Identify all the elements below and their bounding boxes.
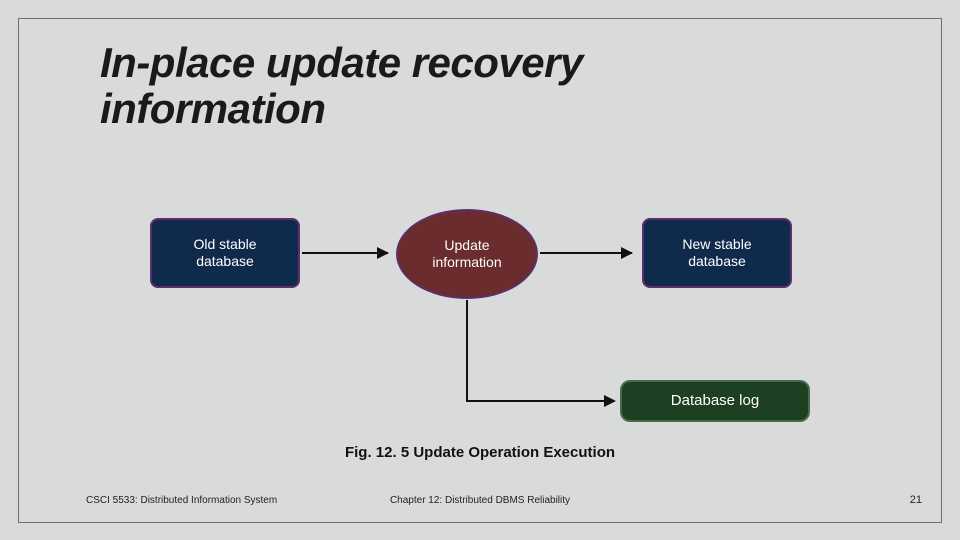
node-label: Database log: [671, 392, 759, 411]
node-update-information: Updateinformation: [396, 209, 538, 299]
node-old-stable-database: Old stabledatabase: [150, 218, 300, 288]
slide-title: In-place update recovery information: [100, 40, 800, 132]
node-label: Updateinformation: [432, 237, 501, 272]
node-new-stable-database: New stabledatabase: [642, 218, 792, 288]
figure-caption: Fig. 12. 5 Update Operation Execution: [0, 444, 960, 461]
arrow-old-to-update: [302, 252, 388, 254]
node-label: New stabledatabase: [682, 236, 751, 271]
node-label: Old stabledatabase: [193, 236, 256, 271]
footer-chapter: Chapter 12: Distributed DBMS Reliability: [0, 495, 960, 506]
arrow-update-to-log: [466, 300, 614, 402]
node-database-log: Database log: [620, 380, 810, 422]
arrow-update-to-new: [540, 252, 632, 254]
footer-page-number: 21: [910, 494, 922, 506]
